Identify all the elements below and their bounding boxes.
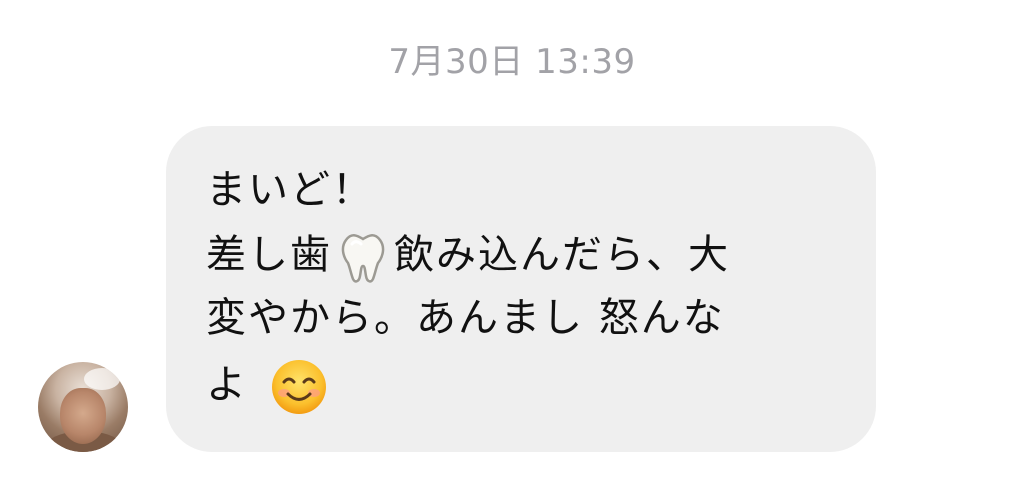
message-bubble[interactable]: まいど！ 差し歯 飲み込んだら、大 変やから。あんまし 怒んな よ: [166, 126, 876, 452]
message-line-2-end: 飲み込んだら、大: [394, 232, 730, 278]
message-line-3: 変やから。あんまし 怒んな: [206, 295, 725, 341]
message-line-4-text: よ: [206, 362, 248, 408]
message-line-2: 差し歯 飲み込んだら、大: [206, 230, 730, 284]
sender-avatar[interactable]: [38, 362, 128, 452]
message-line-1: まいど！: [206, 167, 374, 213]
message-line-4: よ: [206, 358, 332, 416]
tooth-icon: [341, 234, 385, 283]
message-timestamp: 7月30日 13:39: [388, 42, 636, 82]
smiling-face-icon: [272, 360, 326, 414]
message-line-2-start: 差し歯: [206, 232, 332, 278]
chat-screen: 7月30日 13:39 まいど！ 差し歯 飲み込んだら、大 変やから。あんまし …: [0, 0, 1024, 493]
